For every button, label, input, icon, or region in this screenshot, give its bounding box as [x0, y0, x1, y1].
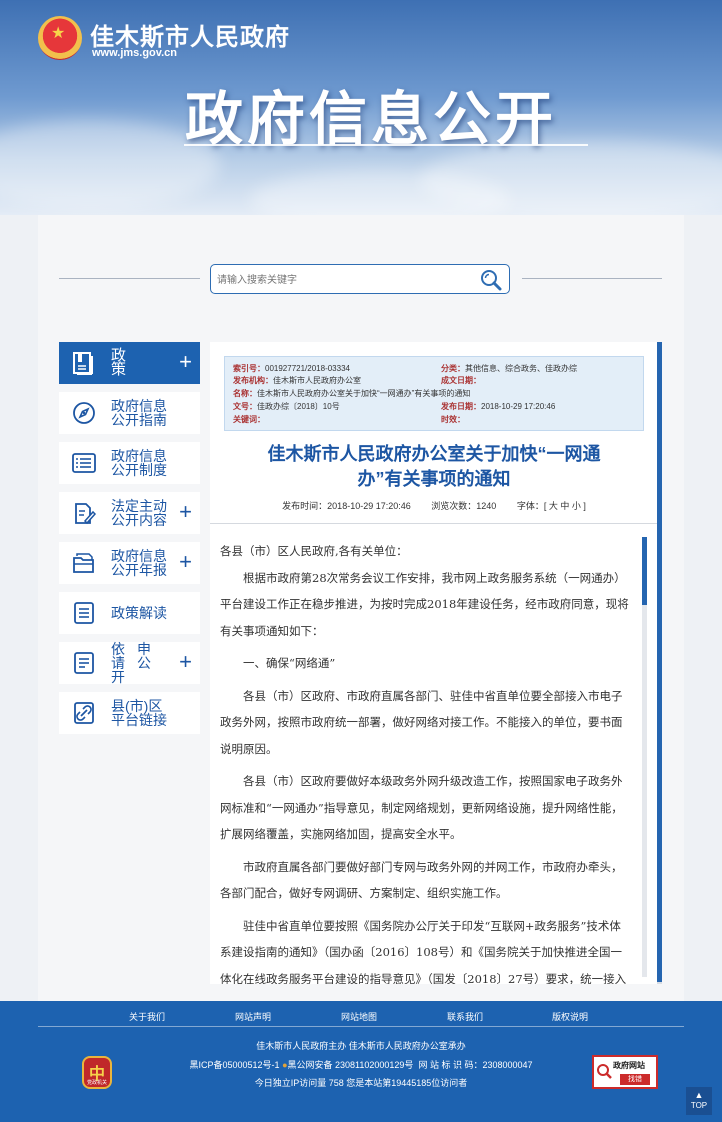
footer-link-contact[interactable]: 联系我们 [447, 1010, 483, 1023]
icp-link[interactable]: 黑ICP备05000512号-1 [189, 1060, 279, 1070]
meta-label: 发布日期： [441, 402, 481, 411]
arrow-up-icon: ▲ [694, 1090, 704, 1100]
sidebar-item-label: 县(市)区平台链接 [111, 698, 167, 728]
article-section-heading: 一、确保“网络通” [243, 656, 336, 670]
article-paragraph: 各县（市）区人民政府,各有关单位： [220, 544, 408, 558]
document-number-value: 佳政办综〔2018〕10号 [257, 402, 340, 411]
sidebar-item-label: 政策 [111, 347, 145, 378]
form-icon [74, 652, 94, 674]
magnifier-icon [597, 1064, 612, 1079]
article-body: 各县（市）区人民政府,各有关单位： 根据市政府第28次常务会议工作安排，我市网上… [220, 538, 630, 984]
report-error-button[interactable]: 政府网站 找错 [592, 1055, 658, 1089]
footer-link-about[interactable]: 关于我们 [129, 1010, 165, 1023]
search-bar [210, 264, 510, 294]
sponsor-text: 佳木斯市人民政府主办 佳木斯市人民政府办公室承办 [256, 1041, 466, 1051]
footer-link-copyright[interactable]: 版权说明 [552, 1010, 588, 1023]
expand-plus-icon[interactable]: + [179, 351, 192, 373]
search-divider-right [522, 278, 662, 279]
article-title-line: 办”有关事项的通知 [357, 469, 511, 489]
folder-icon [73, 553, 94, 573]
sidebar-item-label: 政府信息公开年报 [111, 548, 167, 578]
badge-text: 党政机关 [86, 1080, 107, 1086]
article-paragraph: 市政府直属各部门要做好部门专网与政务外网的并网工作，市政府办牵头，各部门配合，做… [220, 859, 623, 901]
divider [210, 523, 658, 524]
article-paragraph: 驻佳中省直单位要按照《国务院办公厅关于印发“互联网+政务服务”技术体系建设指南的… [220, 918, 627, 985]
search-input[interactable] [217, 271, 467, 289]
content-panel: 政策 + 政府信息公开指南 政府信息公开制度 [38, 215, 684, 1001]
back-to-top-button[interactable]: ▲ TOP [686, 1087, 712, 1115]
sidebar-item-label: 依申请公开 [111, 641, 163, 685]
list-panel-icon [72, 453, 96, 473]
view-count: 浏览次数：1240 [431, 501, 497, 511]
footer-link-sitemap[interactable]: 网站地图 [341, 1010, 377, 1023]
party-government-badge-icon[interactable]: 中 党政机关 [82, 1056, 112, 1089]
publish-time: 发布时间：2018-10-29 17:20:46 [282, 501, 411, 511]
sidebar-item-interpretation[interactable]: 政策解读 [59, 592, 200, 634]
sidebar-item-policy[interactable]: 政策 + [59, 342, 200, 384]
meta-label: 分类： [441, 364, 465, 373]
meta-label: 发布机构： [233, 376, 273, 385]
edit-document-icon [75, 503, 97, 525]
article-paragraph: 各县（市）区政府要做好本级政务外网升级改造工作，按照国家电子政务外网标准和“一网… [220, 774, 623, 841]
expand-plus-icon[interactable]: + [179, 501, 192, 523]
meta-label: 名称： [233, 389, 257, 398]
sidebar-item-label: 法定主动公开内容 [111, 498, 167, 528]
footer-links: 关于我们 网站声明 网站地图 联系我们 版权说明 [0, 1010, 722, 1024]
sidebar-item-annual-report[interactable]: 政府信息公开年报 + [59, 542, 200, 584]
footer: 关于我们 网站声明 网站地图 联系我们 版权说明 佳木斯市人民政府主办 佳木斯市… [0, 1001, 722, 1122]
sidebar-item-mandatory-content[interactable]: 法定主动公开内容 + [59, 492, 200, 534]
meta-label: 索引号： [233, 364, 265, 373]
scrollbar-thumb[interactable] [642, 537, 647, 605]
site-id-code: 网 站 标 识 码：2308000047 [418, 1060, 533, 1070]
category-value: 其他信息、综合政务、佳政办综 [465, 364, 577, 373]
footer-link-statement[interactable]: 网站声明 [235, 1010, 271, 1023]
footer-divider [38, 1026, 684, 1027]
meta-label: 成文日期： [441, 376, 481, 385]
compass-icon [73, 402, 95, 424]
report-error-title: 政府网站 [613, 1061, 645, 1070]
meta-label: 文号： [233, 402, 257, 411]
sidebar-item-label: 政策解读 [111, 605, 167, 621]
top-label: TOP [690, 1101, 708, 1110]
font-size-switcher[interactable]: 字体：[ 大 中 小 ] [517, 501, 586, 511]
article-paragraph: 各县（市）区政府、市政府直属各部门、驻佳中省直单位要全部接入市电子政务外网，按照… [220, 688, 623, 756]
meta-label: 关键词： [233, 415, 265, 424]
expand-plus-icon[interactable]: + [179, 551, 192, 573]
report-error-label: 找错 [620, 1074, 650, 1085]
document-name-value: 佳木斯市人民政府办公室关于加快“一网通办”有关事项的通知 [257, 389, 471, 398]
search-divider-left [59, 278, 200, 279]
article-panel: 索引号：001927721/2018-03334 分类：其他信息、综合政务、佳政… [210, 342, 658, 984]
article-body-scrollbar[interactable] [642, 537, 647, 977]
publish-date-value: 2018-10-29 17:20:46 [481, 402, 556, 411]
expand-plus-icon[interactable]: + [179, 651, 192, 673]
link-icon [74, 702, 94, 724]
sidebar-item-county-links[interactable]: 县(市)区平台链接 [59, 692, 200, 734]
title-underline [184, 144, 588, 146]
national-emblem-icon: ★ [38, 16, 82, 60]
header-banner: ★ 佳木斯市人民政府 www.jms.gov.cn 政府信息公开 [0, 0, 722, 215]
index-number: 001927721/2018-03334 [265, 364, 350, 373]
article-panel-scrollbar[interactable] [657, 342, 662, 984]
site-url: www.jms.gov.cn [92, 47, 177, 59]
sidebar-item-guide[interactable]: 政府信息公开指南 [59, 392, 200, 434]
article-paragraph: 根据市政府第28次常务会议工作安排，我市网上政务服务系统（一网通办）平台建设工作… [220, 570, 629, 638]
sidebar-item-system[interactable]: 政府信息公开制度 [59, 442, 200, 484]
article-title-line: 佳木斯市人民政府办公室关于加快“一网通 [267, 444, 601, 464]
article-info-bar: 发布时间：2018-10-29 17:20:46 浏览次数：1240 字体：[ … [210, 499, 658, 512]
document-metadata: 索引号：001927721/2018-03334 分类：其他信息、综合政务、佳政… [224, 356, 644, 431]
sidebar-nav: 政策 + 政府信息公开指南 政府信息公开制度 法定主动公开内容 + 政府信息公开… [59, 342, 200, 742]
publisher-value: 佳木斯市人民政府办公室 [273, 376, 361, 385]
article-title: 佳木斯市人民政府办公室关于加快“一网通 办”有关事项的通知 [210, 442, 658, 492]
document-lines-icon [74, 602, 94, 624]
sidebar-item-label: 政府信息公开制度 [111, 448, 167, 478]
scrollbar-thumb[interactable] [657, 342, 662, 982]
document-book-icon [73, 352, 93, 375]
police-record-link[interactable]: 黑公网安备 23081102000129号 [288, 1060, 414, 1070]
sidebar-item-on-request[interactable]: 依申请公开 + [59, 642, 200, 684]
meta-label: 时效： [441, 415, 465, 424]
search-icon[interactable] [479, 268, 503, 292]
sidebar-item-label: 政府信息公开指南 [111, 398, 167, 428]
